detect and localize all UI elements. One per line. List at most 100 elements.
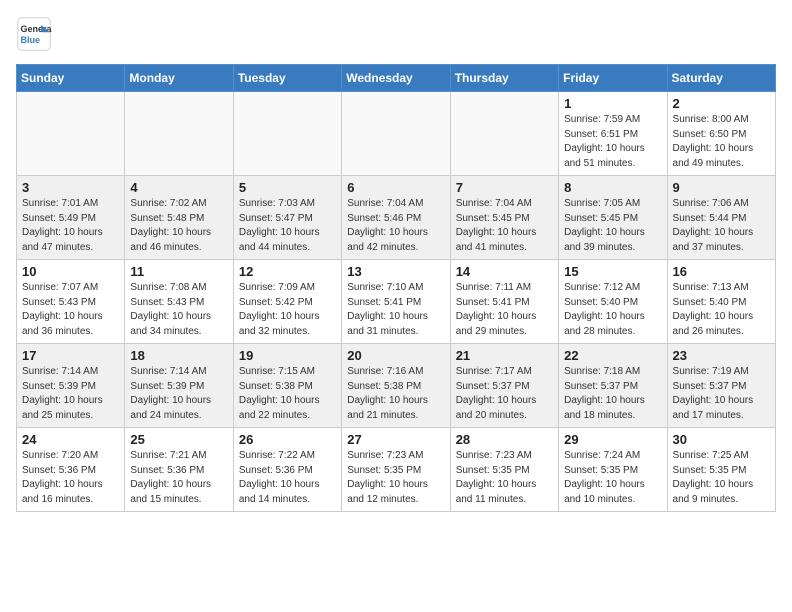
day-number: 9 [673, 180, 770, 195]
calendar-cell: 26 Sunrise: 7:22 AM Sunset: 5:36 PM Dayli… [233, 428, 341, 512]
calendar-cell: 30Sunrise: 7:25 AM Sunset: 5:35 PM Dayli… [667, 428, 775, 512]
day-number: 16 [673, 264, 770, 279]
weekday-header-friday: Friday [559, 65, 667, 92]
day-number: 22 [564, 348, 661, 363]
day-info: Sunrise: 7:13 AM Sunset: 5:40 PM Dayligh… [673, 281, 770, 339]
day-info: Sunrise: 7:16 AM Sunset: 5:38 PM Dayligh… [347, 365, 444, 423]
calendar-week-row: 1Sunrise: 7:59 AM Sunset: 6:51 PM Daylig… [17, 92, 776, 176]
day-info: Sunrise: 7:12 AM Sunset: 5:40 PM Dayligh… [564, 281, 661, 339]
calendar-cell: 16 Sunrise: 7:13 AM Sunset: 5:40 PM Dayli… [667, 260, 775, 344]
calendar-cell: 11 Sunrise: 7:08 AM Sunset: 5:43 PM Dayli… [125, 260, 233, 344]
day-info: Sunrise: 7:07 AM Sunset: 5:43 PM Dayligh… [22, 281, 119, 339]
calendar-cell: 17Sunrise: 7:14 AM Sunset: 5:39 PM Dayli… [17, 344, 125, 428]
calendar-cell: 23 Sunrise: 7:19 AM Sunset: 5:37 PM Dayli… [667, 344, 775, 428]
calendar-week-row: 10 Sunrise: 7:07 AM Sunset: 5:43 PM Dayli… [17, 260, 776, 344]
day-info: Sunrise: 7:21 AM Sunset: 5:36 PM Dayligh… [130, 449, 227, 507]
page-header: General Blue [16, 16, 776, 52]
day-info: Sunrise: 7:04 AM Sunset: 5:46 PM Dayligh… [347, 197, 444, 255]
day-info: Sunrise: 7:10 AM Sunset: 5:41 PM Dayligh… [347, 281, 444, 339]
svg-text:Blue: Blue [21, 35, 41, 45]
day-number: 8 [564, 180, 661, 195]
calendar-week-row: 17Sunrise: 7:14 AM Sunset: 5:39 PM Dayli… [17, 344, 776, 428]
logo: General Blue [16, 16, 52, 52]
calendar-cell [17, 92, 125, 176]
calendar-table: SundayMondayTuesdayWednesdayThursdayFrid… [16, 64, 776, 512]
calendar-cell: 6 Sunrise: 7:04 AM Sunset: 5:46 PM Daylig… [342, 176, 450, 260]
day-number: 26 [239, 432, 336, 447]
day-number: 14 [456, 264, 553, 279]
calendar-week-row: 24 Sunrise: 7:20 AM Sunset: 5:36 PM Dayli… [17, 428, 776, 512]
day-info: Sunrise: 7:06 AM Sunset: 5:44 PM Dayligh… [673, 197, 770, 255]
day-info: Sunrise: 7:24 AM Sunset: 5:35 PM Dayligh… [564, 449, 661, 507]
calendar-cell [342, 92, 450, 176]
day-number: 15 [564, 264, 661, 279]
day-info: Sunrise: 7:17 AM Sunset: 5:37 PM Dayligh… [456, 365, 553, 423]
day-info: Sunrise: 7:22 AM Sunset: 5:36 PM Dayligh… [239, 449, 336, 507]
day-info: Sunrise: 7:20 AM Sunset: 5:36 PM Dayligh… [22, 449, 119, 507]
day-number: 10 [22, 264, 119, 279]
calendar-cell: 28 Sunrise: 7:23 AM Sunset: 5:35 PM Dayli… [450, 428, 558, 512]
day-number: 24 [22, 432, 119, 447]
logo-icon: General Blue [16, 16, 52, 52]
calendar-cell: 19Sunrise: 7:15 AM Sunset: 5:38 PM Dayli… [233, 344, 341, 428]
calendar-cell: 27 Sunrise: 7:23 AM Sunset: 5:35 PM Dayli… [342, 428, 450, 512]
svg-text:General: General [21, 24, 53, 34]
day-number: 3 [22, 180, 119, 195]
day-info: Sunrise: 7:08 AM Sunset: 5:43 PM Dayligh… [130, 281, 227, 339]
calendar-cell: 25 Sunrise: 7:21 AM Sunset: 5:36 PM Dayli… [125, 428, 233, 512]
day-number: 28 [456, 432, 553, 447]
day-info: Sunrise: 7:11 AM Sunset: 5:41 PM Dayligh… [456, 281, 553, 339]
day-info: Sunrise: 8:00 AM Sunset: 6:50 PM Dayligh… [673, 113, 770, 171]
calendar-cell: 22 Sunrise: 7:18 AM Sunset: 5:37 PM Dayli… [559, 344, 667, 428]
weekday-header-wednesday: Wednesday [342, 65, 450, 92]
calendar-cell: 4 Sunrise: 7:02 AM Sunset: 5:48 PM Daylig… [125, 176, 233, 260]
weekday-header-thursday: Thursday [450, 65, 558, 92]
day-number: 12 [239, 264, 336, 279]
day-info: Sunrise: 7:03 AM Sunset: 5:47 PM Dayligh… [239, 197, 336, 255]
day-number: 23 [673, 348, 770, 363]
calendar-cell: 15 Sunrise: 7:12 AM Sunset: 5:40 PM Dayli… [559, 260, 667, 344]
calendar-cell [125, 92, 233, 176]
day-info: Sunrise: 7:01 AM Sunset: 5:49 PM Dayligh… [22, 197, 119, 255]
weekday-header-saturday: Saturday [667, 65, 775, 92]
calendar-cell: 10 Sunrise: 7:07 AM Sunset: 5:43 PM Dayli… [17, 260, 125, 344]
calendar-cell: 14 Sunrise: 7:11 AM Sunset: 5:41 PM Dayli… [450, 260, 558, 344]
day-info: Sunrise: 7:19 AM Sunset: 5:37 PM Dayligh… [673, 365, 770, 423]
day-info: Sunrise: 7:14 AM Sunset: 5:39 PM Dayligh… [22, 365, 119, 423]
day-number: 7 [456, 180, 553, 195]
weekday-header-tuesday: Tuesday [233, 65, 341, 92]
day-number: 20 [347, 348, 444, 363]
calendar-cell: 12 Sunrise: 7:09 AM Sunset: 5:42 PM Dayli… [233, 260, 341, 344]
calendar-cell [450, 92, 558, 176]
calendar-cell: 2 Sunrise: 8:00 AM Sunset: 6:50 PM Daylig… [667, 92, 775, 176]
day-number: 4 [130, 180, 227, 195]
day-info: Sunrise: 7:05 AM Sunset: 5:45 PM Dayligh… [564, 197, 661, 255]
day-number: 11 [130, 264, 227, 279]
calendar-cell: 5 Sunrise: 7:03 AM Sunset: 5:47 PM Daylig… [233, 176, 341, 260]
calendar-cell: 29 Sunrise: 7:24 AM Sunset: 5:35 PM Dayli… [559, 428, 667, 512]
day-number: 6 [347, 180, 444, 195]
calendar-cell: 9 Sunrise: 7:06 AM Sunset: 5:44 PM Daylig… [667, 176, 775, 260]
day-info: Sunrise: 7:04 AM Sunset: 5:45 PM Dayligh… [456, 197, 553, 255]
weekday-header-monday: Monday [125, 65, 233, 92]
calendar-cell: 21 Sunrise: 7:17 AM Sunset: 5:37 PM Dayli… [450, 344, 558, 428]
day-info: Sunrise: 7:25 AM Sunset: 5:35 PM Dayligh… [673, 449, 770, 507]
day-number: 27 [347, 432, 444, 447]
day-info: Sunrise: 7:23 AM Sunset: 5:35 PM Dayligh… [456, 449, 553, 507]
day-number: 5 [239, 180, 336, 195]
day-number: 1 [564, 96, 661, 111]
day-number: 18 [130, 348, 227, 363]
weekday-header-row: SundayMondayTuesdayWednesdayThursdayFrid… [17, 65, 776, 92]
day-info: Sunrise: 7:09 AM Sunset: 5:42 PM Dayligh… [239, 281, 336, 339]
day-info: Sunrise: 7:02 AM Sunset: 5:48 PM Dayligh… [130, 197, 227, 255]
day-info: Sunrise: 7:23 AM Sunset: 5:35 PM Dayligh… [347, 449, 444, 507]
calendar-cell: 20 Sunrise: 7:16 AM Sunset: 5:38 PM Dayli… [342, 344, 450, 428]
calendar-cell: 1Sunrise: 7:59 AM Sunset: 6:51 PM Daylig… [559, 92, 667, 176]
weekday-header-sunday: Sunday [17, 65, 125, 92]
calendar-cell [233, 92, 341, 176]
day-number: 21 [456, 348, 553, 363]
day-number: 2 [673, 96, 770, 111]
day-number: 29 [564, 432, 661, 447]
day-info: Sunrise: 7:18 AM Sunset: 5:37 PM Dayligh… [564, 365, 661, 423]
day-number: 25 [130, 432, 227, 447]
